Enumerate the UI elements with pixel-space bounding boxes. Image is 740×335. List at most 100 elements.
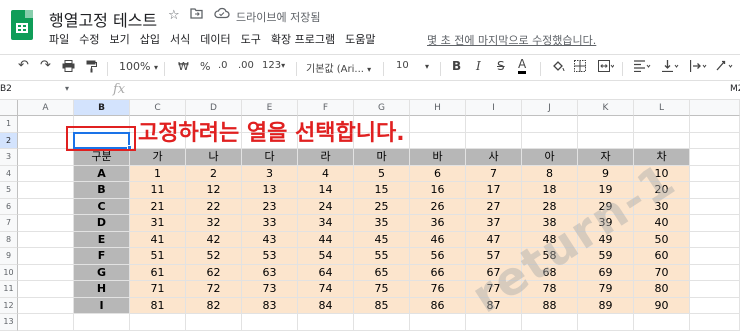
data-cell[interactable]: 89 [578,297,634,314]
row-label-cell[interactable]: D [74,215,130,232]
data-cell[interactable]: 25 [354,198,410,215]
data-cell[interactable]: 4 [298,165,354,182]
row-label-cell[interactable]: I [74,297,130,314]
data-cell[interactable]: 83 [242,297,298,314]
grid-cell[interactable] [354,314,410,331]
data-cell[interactable]: 26 [410,198,466,215]
menu-insert[interactable]: 삽입 [140,31,160,47]
grid-cell[interactable] [690,132,740,149]
grid-cell[interactable] [578,116,634,133]
chevron-down-icon[interactable]: ▾ [425,62,429,71]
data-cell[interactable]: 52 [186,248,242,265]
undo-icon[interactable]: ↶ [18,58,29,73]
name-box[interactable]: B2 [0,84,12,94]
print-icon[interactable] [62,60,75,75]
column-label-cell[interactable]: 나 [186,149,242,166]
column-header-m[interactable] [690,100,740,116]
grid-cell[interactable] [466,116,522,133]
grid-cell[interactable] [578,132,634,149]
data-cell[interactable]: 75 [354,281,410,298]
data-cell[interactable]: 64 [298,264,354,281]
menu-view[interactable]: 보기 [110,31,130,47]
grid-cell[interactable] [18,264,74,281]
data-cell[interactable]: 8 [522,165,578,182]
grid-cell[interactable] [690,165,740,182]
horizontal-align-icon[interactable] [634,60,652,75]
column-label-cell[interactable]: 라 [298,149,354,166]
row-header-7[interactable]: 7 [0,215,18,232]
data-cell[interactable]: 46 [410,231,466,248]
data-cell[interactable]: 18 [522,182,578,199]
row-header-6[interactable]: 6 [0,198,18,215]
data-cell[interactable]: 54 [298,248,354,265]
data-cell[interactable]: 13 [242,182,298,199]
grid-cell[interactable] [186,314,242,331]
data-cell[interactable]: 2 [186,165,242,182]
data-cell[interactable]: 7 [466,165,522,182]
zoom-select[interactable]: 100% ▾ [119,60,158,73]
fill-color-icon[interactable] [552,60,565,76]
grid-cell[interactable] [690,264,740,281]
data-cell[interactable]: 71 [130,281,186,298]
grid-cell[interactable] [410,314,466,331]
row-header-1[interactable]: 1 [0,116,18,133]
grid-cell[interactable] [242,314,298,331]
column-label-cell[interactable]: 마 [354,149,410,166]
column-header-b[interactable]: B [74,100,130,116]
column-header-g[interactable]: G [354,100,410,116]
chevron-down-icon[interactable]: ▾ [65,84,69,93]
grid-cell[interactable] [18,248,74,265]
move-folder-icon[interactable] [190,8,203,23]
menu-edit[interactable]: 수정 [79,31,99,47]
data-cell[interactable]: 42 [186,231,242,248]
data-cell[interactable]: 81 [130,297,186,314]
column-header-k[interactable]: K [578,100,634,116]
grid-cell[interactable] [18,182,74,199]
data-cell[interactable]: 63 [242,264,298,281]
borders-icon[interactable] [574,60,586,75]
row-header-9[interactable]: 9 [0,248,18,265]
data-cell[interactable]: 44 [298,231,354,248]
more-formats-select[interactable]: 123▾ [262,60,285,71]
column-header-c[interactable]: C [130,100,186,116]
column-label-cell[interactable]: 사 [466,149,522,166]
grid-cell[interactable] [522,314,578,331]
data-cell[interactable]: 14 [298,182,354,199]
merge-cells-icon[interactable] [598,60,615,75]
grid-cell[interactable] [690,297,740,314]
grid-cell[interactable] [690,198,740,215]
grid-cell[interactable] [18,165,74,182]
data-cell[interactable]: 33 [242,215,298,232]
column-header-l[interactable]: L [634,100,690,116]
row-header-8[interactable]: 8 [0,231,18,248]
data-cell[interactable]: 86 [410,297,466,314]
column-header-i[interactable]: I [466,100,522,116]
column-label-cell[interactable]: 바 [410,149,466,166]
data-cell[interactable]: 76 [410,281,466,298]
currency-format-button[interactable]: ₩ [178,60,189,73]
grid-cell[interactable] [690,182,740,199]
italic-button[interactable]: I [476,59,481,73]
grid-cell[interactable] [18,314,74,331]
data-cell[interactable]: 6 [410,165,466,182]
menu-tools[interactable]: 도구 [241,31,261,47]
data-cell[interactable]: 80 [634,281,690,298]
menu-format[interactable]: 서식 [170,31,190,47]
sheets-logo-icon[interactable] [11,10,33,40]
redo-icon[interactable]: ↷ [40,58,51,73]
column-label-cell[interactable]: 가 [130,149,186,166]
grid-cell[interactable] [690,215,740,232]
row-header-10[interactable]: 10 [0,264,18,281]
text-wrap-icon[interactable] [689,60,708,75]
star-icon[interactable]: ☆ [168,8,180,23]
column-header-a[interactable]: A [18,100,74,116]
column-header-h[interactable]: H [410,100,466,116]
data-cell[interactable]: 12 [186,182,242,199]
grid-cell[interactable] [18,198,74,215]
paint-format-icon[interactable] [86,60,97,76]
strikethrough-button[interactable]: S [497,59,505,73]
grid-cell[interactable] [522,132,578,149]
data-cell[interactable]: 36 [410,215,466,232]
data-cell[interactable]: 37 [466,215,522,232]
grid-cell[interactable] [130,314,186,331]
